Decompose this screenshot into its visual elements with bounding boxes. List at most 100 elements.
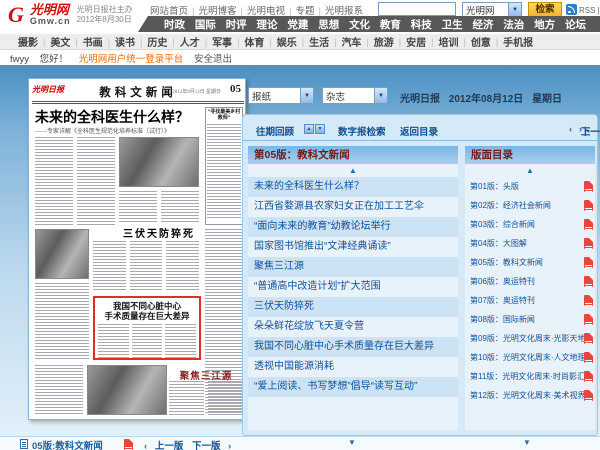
bottom-article-photo	[87, 365, 167, 415]
pdf-icon[interactable]	[584, 333, 593, 344]
primary-nav-item[interactable]: 思想	[318, 17, 339, 32]
page-directory-item[interactable]: 第07版：奥运特刊	[465, 291, 595, 310]
newspaper-page-preview[interactable]: 光明日报 教科文新闻 2012年8月12日 星期日 05 未来的全科医生什么样？…	[28, 78, 246, 420]
page-directory-item[interactable]: 第04版：大图解	[465, 234, 595, 253]
primary-nav-item[interactable]: 论坛	[565, 17, 586, 32]
primary-nav-item[interactable]: 党建	[287, 17, 308, 32]
secondary-nav-item[interactable]: 体育	[244, 34, 264, 49]
digital-paper-search-link[interactable]: 数字报检索	[338, 124, 386, 138]
secondary-nav-item[interactable]: 娱乐	[277, 34, 297, 49]
issue-info: 光明日报 2012年08月12日 星期日	[400, 90, 568, 105]
secondary-nav-item[interactable]: 书画	[83, 34, 103, 49]
secondary-nav-item[interactable]: 手机报	[503, 34, 533, 49]
primary-nav-item[interactable]: 教育	[380, 17, 401, 32]
page-directory-item[interactable]: 第01版：头版	[465, 177, 595, 196]
page-directory-panel: 版面目录 ▲ 第01版：头版 第02版：经济社会新闻 第03版：综合新闻 第04…	[465, 146, 595, 430]
page-directory-item[interactable]: 第09版：光明文化周末·光影天地	[465, 329, 595, 348]
primary-nav-item[interactable]: 地方	[534, 17, 555, 32]
spinner-down-icon[interactable]: ▼	[315, 124, 325, 134]
prev-page-link[interactable]: 上一版	[155, 441, 184, 450]
scroll-down-icon[interactable]: ▼	[523, 438, 531, 447]
article-list-item[interactable]: 三伏天防猝死	[248, 297, 458, 317]
secondary-nav-item[interactable]: 生活	[309, 34, 329, 49]
login-portal-link[interactable]: 光明网用户统一登录平台	[79, 54, 184, 65]
spinner-up-icon[interactable]: ▲	[304, 124, 314, 134]
page-directory-item[interactable]: 第03版：综合新闻	[465, 215, 595, 234]
secondary-nav-item[interactable]: 人才	[180, 34, 200, 49]
article-list-item[interactable]: 聚焦三江源	[248, 257, 458, 277]
page-directory-item[interactable]: 第08版：国际新闻	[465, 310, 595, 329]
pdf-icon[interactable]	[584, 257, 593, 268]
pdf-icon[interactable]	[584, 371, 593, 382]
secondary-nav: 摄影|美文|书画|读书|历史|人才|军事|体育|娱乐|生活|汽车|旅游|安居|培…	[0, 33, 600, 50]
pdf-icon[interactable]	[584, 314, 593, 325]
highlighted-headline-line2: 手术质量存在巨大差异	[98, 311, 196, 321]
past-issues-link[interactable]: 往期回顾	[256, 124, 294, 138]
article-list-title: 第05版：教科文新闻	[248, 146, 458, 164]
pdf-icon[interactable]	[584, 390, 593, 401]
rss-links[interactable]: RSS | 投稿 | 网站地图	[579, 5, 600, 16]
search-input[interactable]	[378, 2, 456, 16]
secondary-nav-item[interactable]: 历史	[147, 34, 167, 49]
site-logo[interactable]: G 光明网 Gmw.cn 光明日报社主办 2012年8月30日	[8, 3, 133, 26]
pdf-icon[interactable]	[124, 439, 133, 450]
highlighted-article-box[interactable]: 我国不同心脏中心 手术质量存在巨大差异	[93, 296, 201, 360]
rss-icon[interactable]	[566, 4, 577, 15]
pdf-icon[interactable]	[584, 200, 593, 211]
page-directory-item[interactable]: 第11版：光明文化周末·时尚影汇	[465, 367, 595, 386]
pdf-icon[interactable]	[584, 181, 593, 192]
primary-nav-item[interactable]: 经济	[472, 17, 493, 32]
pdf-icon[interactable]	[584, 352, 593, 363]
article-list-item[interactable]: 透视中国能源消耗	[248, 357, 458, 377]
primary-nav-item[interactable]: 时评	[226, 17, 247, 32]
article-list-item[interactable]: 未来的全科医生什么样？	[248, 177, 458, 197]
lead-article-photo	[119, 137, 199, 187]
primary-nav-item[interactable]: 国际	[195, 17, 216, 32]
primary-nav-item[interactable]: 文化	[349, 17, 370, 32]
secondary-nav-item[interactable]: 读书	[115, 34, 135, 49]
reader-bottom-bar: 05版:教科文新闻 ‹ 上一版 下一版 › ▼ ▼	[0, 436, 600, 450]
secondary-nav-item[interactable]: 创意	[471, 34, 491, 49]
article-list-item[interactable]: 朵朵鲜花绽放飞天夏令营	[248, 317, 458, 337]
next-page-link[interactable]: 下一版	[192, 441, 221, 450]
primary-nav-item[interactable]: 科技	[411, 17, 432, 32]
article-list-item[interactable]: 国家图书馆推出“文津经典诵读”	[248, 237, 458, 257]
article-list-item[interactable]: 江西省婺源县农家妇女正在加工工艺伞	[248, 197, 458, 217]
secondary-nav-item[interactable]: 军事	[212, 34, 232, 49]
pdf-icon[interactable]	[584, 219, 593, 230]
pdf-icon[interactable]	[584, 238, 593, 249]
secondary-nav-item[interactable]: 旅游	[374, 34, 394, 49]
article-list-item[interactable]: “面向未来的教育”幼教论坛举行	[248, 217, 458, 237]
scroll-up-icon[interactable]: ▲	[465, 164, 595, 177]
search-button[interactable]: 检索	[528, 2, 562, 17]
pdf-icon[interactable]	[584, 276, 593, 287]
page-directory-item[interactable]: 第02版：经济社会新闻	[465, 196, 595, 215]
magazine-select[interactable]: 杂志 ▼	[322, 87, 388, 104]
page-directory-item[interactable]: 第05版：教科文新闻	[465, 253, 595, 272]
secondary-nav-item[interactable]: 汽车	[341, 34, 361, 49]
pdf-icon[interactable]	[584, 295, 593, 306]
secondary-nav-item[interactable]: 美文	[50, 34, 70, 49]
page-directory-item[interactable]: 第10版：光明文化周末·人文地理	[465, 348, 595, 367]
page-directory-item[interactable]: 第06版：奥运特刊	[465, 272, 595, 291]
secondary-nav-item[interactable]: 摄影	[18, 34, 38, 49]
back-to-toc-link[interactable]: 返回目录	[400, 124, 438, 138]
next-issue-link[interactable]: 下一期	[581, 124, 600, 138]
primary-nav-item[interactable]: 卫生	[442, 17, 463, 32]
scroll-down-icon[interactable]: ▼	[348, 438, 356, 447]
page-pager: ‹ 上一版 下一版 ›	[142, 438, 233, 450]
logout-link[interactable]: 安全退出	[194, 54, 232, 65]
prev-arrow-icon: ‹	[569, 124, 572, 135]
page-directory-item[interactable]: 第12版：光明文化周末·美术视界	[465, 386, 595, 405]
newspaper-select[interactable]: 报纸 ▼	[248, 87, 314, 104]
search-scope-select[interactable]: 光明网 ▼	[462, 2, 522, 17]
article-list-item[interactable]: “爱上阅读、书写梦想”倡导“读写互动”	[248, 377, 458, 397]
scroll-up-icon[interactable]: ▲	[248, 164, 458, 177]
primary-nav-item[interactable]: 理论	[257, 17, 278, 32]
article-list-item[interactable]: “普通高中改造计划”扩大范围	[248, 277, 458, 297]
secondary-nav-item[interactable]: 培训	[438, 34, 458, 49]
primary-nav-item[interactable]: 法治	[503, 17, 524, 32]
primary-nav-item[interactable]: 时政	[164, 17, 185, 32]
article-list-item[interactable]: 我国不同心脏中心手术质量存在巨大差异	[248, 337, 458, 357]
secondary-nav-item[interactable]: 安居	[406, 34, 426, 49]
